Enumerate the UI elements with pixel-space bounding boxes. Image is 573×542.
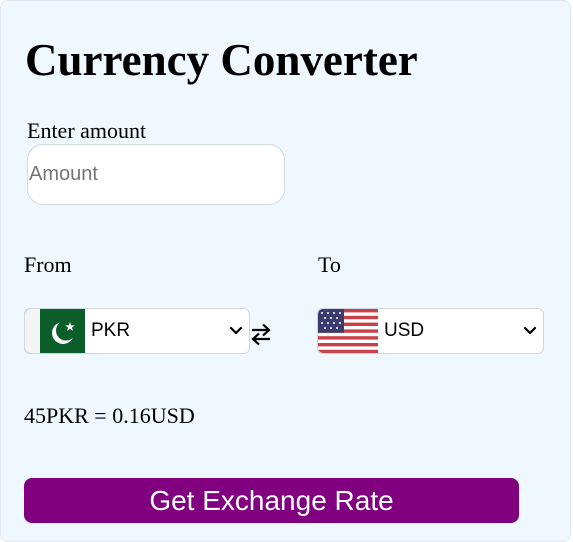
from-label: From [24,252,72,277]
swap-currencies-icon[interactable] [250,321,272,347]
amount-input[interactable] [27,144,285,205]
converter-card: Currency Converter Enter amount From To … [0,0,571,542]
to-currency-select[interactable]: USD [317,308,544,354]
conversion-result: 45PKR = 0.16USD [24,403,195,428]
to-currency-value: USD [384,320,425,341]
to-label: To [318,252,341,277]
usa-flag-icon [318,309,378,353]
chevron-down-icon [229,326,243,335]
pakistan-flag-icon [25,309,85,353]
chevron-down-icon [523,326,537,335]
from-currency-select[interactable]: PKR [24,308,250,354]
from-currency-value: PKR [91,320,131,341]
page-title: Currency Converter [25,35,418,85]
amount-label: Enter amount [27,118,147,143]
get-exchange-rate-button[interactable]: Get Exchange Rate [24,478,519,523]
